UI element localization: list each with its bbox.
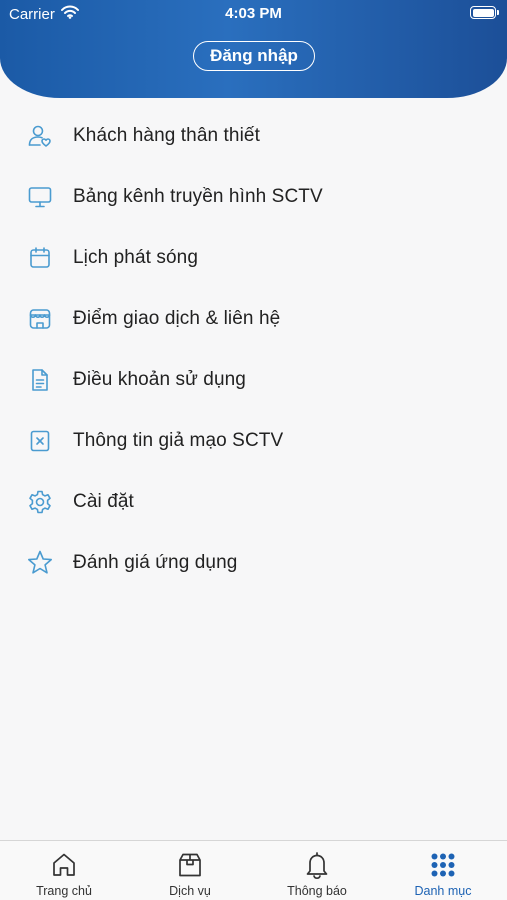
grid-icon bbox=[428, 850, 458, 880]
menu-item-label: Bảng kênh truyền hình SCTV bbox=[73, 185, 323, 207]
menu-item-settings[interactable]: Cài đặt bbox=[0, 471, 507, 532]
menu-item-label: Lịch phát sóng bbox=[73, 246, 198, 268]
home-icon bbox=[49, 850, 79, 880]
tab-categories[interactable]: Danh mục bbox=[380, 841, 506, 900]
menu-item-rate-app[interactable]: Đánh giá ứng dụng bbox=[0, 532, 507, 593]
tab-services[interactable]: Dịch vụ bbox=[127, 841, 253, 900]
store-icon bbox=[26, 305, 54, 333]
gear-icon bbox=[26, 488, 54, 516]
loyal-customer-icon bbox=[26, 122, 54, 150]
tab-label: Danh mục bbox=[414, 884, 472, 898]
menu-item-tv-channels[interactable]: Bảng kênh truyền hình SCTV bbox=[0, 166, 507, 227]
menu-item-label: Điều khoản sử dụng bbox=[73, 368, 246, 390]
tv-monitor-icon bbox=[26, 183, 54, 211]
star-icon bbox=[26, 549, 54, 577]
calendar-icon bbox=[26, 244, 54, 272]
menu-item-label: Điểm giao dịch & liên hệ bbox=[73, 307, 281, 329]
tab-label: Trang chủ bbox=[36, 884, 92, 898]
menu-item-label: Thông tin giả mạo SCTV bbox=[73, 429, 284, 451]
menu-item-fake-info[interactable]: Thông tin giả mạo SCTV bbox=[0, 410, 507, 471]
tab-label: Thông báo bbox=[287, 884, 347, 898]
document-icon bbox=[26, 366, 54, 394]
menu-item-terms[interactable]: Điều khoản sử dụng bbox=[0, 349, 507, 410]
tab-notifications[interactable]: Thông báo bbox=[254, 841, 380, 900]
status-time: 4:03 PM bbox=[225, 5, 282, 22]
status-bar: Carrier 4:03 PM bbox=[0, 0, 507, 28]
tab-bar: Trang chủ Dịch vụ Thông báo Danh mục bbox=[0, 840, 507, 900]
menu-item-loyal-customer[interactable]: Khách hàng thân thiết bbox=[0, 105, 507, 166]
menu-item-label: Đánh giá ứng dụng bbox=[73, 551, 238, 573]
tab-label: Dịch vụ bbox=[169, 884, 211, 898]
battery-icon bbox=[470, 6, 499, 19]
menu-list: Khách hàng thân thiết Bảng kênh truyền h… bbox=[0, 105, 507, 593]
bell-icon bbox=[302, 850, 332, 880]
box-icon bbox=[175, 850, 205, 880]
screen: Carrier 4:03 PM Đăng nhập Khách hàng thâ… bbox=[0, 0, 507, 900]
login-button[interactable]: Đăng nhập bbox=[193, 41, 315, 71]
menu-item-schedule[interactable]: Lịch phát sóng bbox=[0, 227, 507, 288]
x-box-icon bbox=[26, 427, 54, 455]
tab-home[interactable]: Trang chủ bbox=[1, 841, 127, 900]
menu-item-label: Cài đặt bbox=[73, 490, 134, 512]
menu-item-label: Khách hàng thân thiết bbox=[73, 124, 260, 146]
menu-item-transaction-points[interactable]: Điểm giao dịch & liên hệ bbox=[0, 288, 507, 349]
header: Carrier 4:03 PM Đăng nhập bbox=[0, 0, 507, 98]
